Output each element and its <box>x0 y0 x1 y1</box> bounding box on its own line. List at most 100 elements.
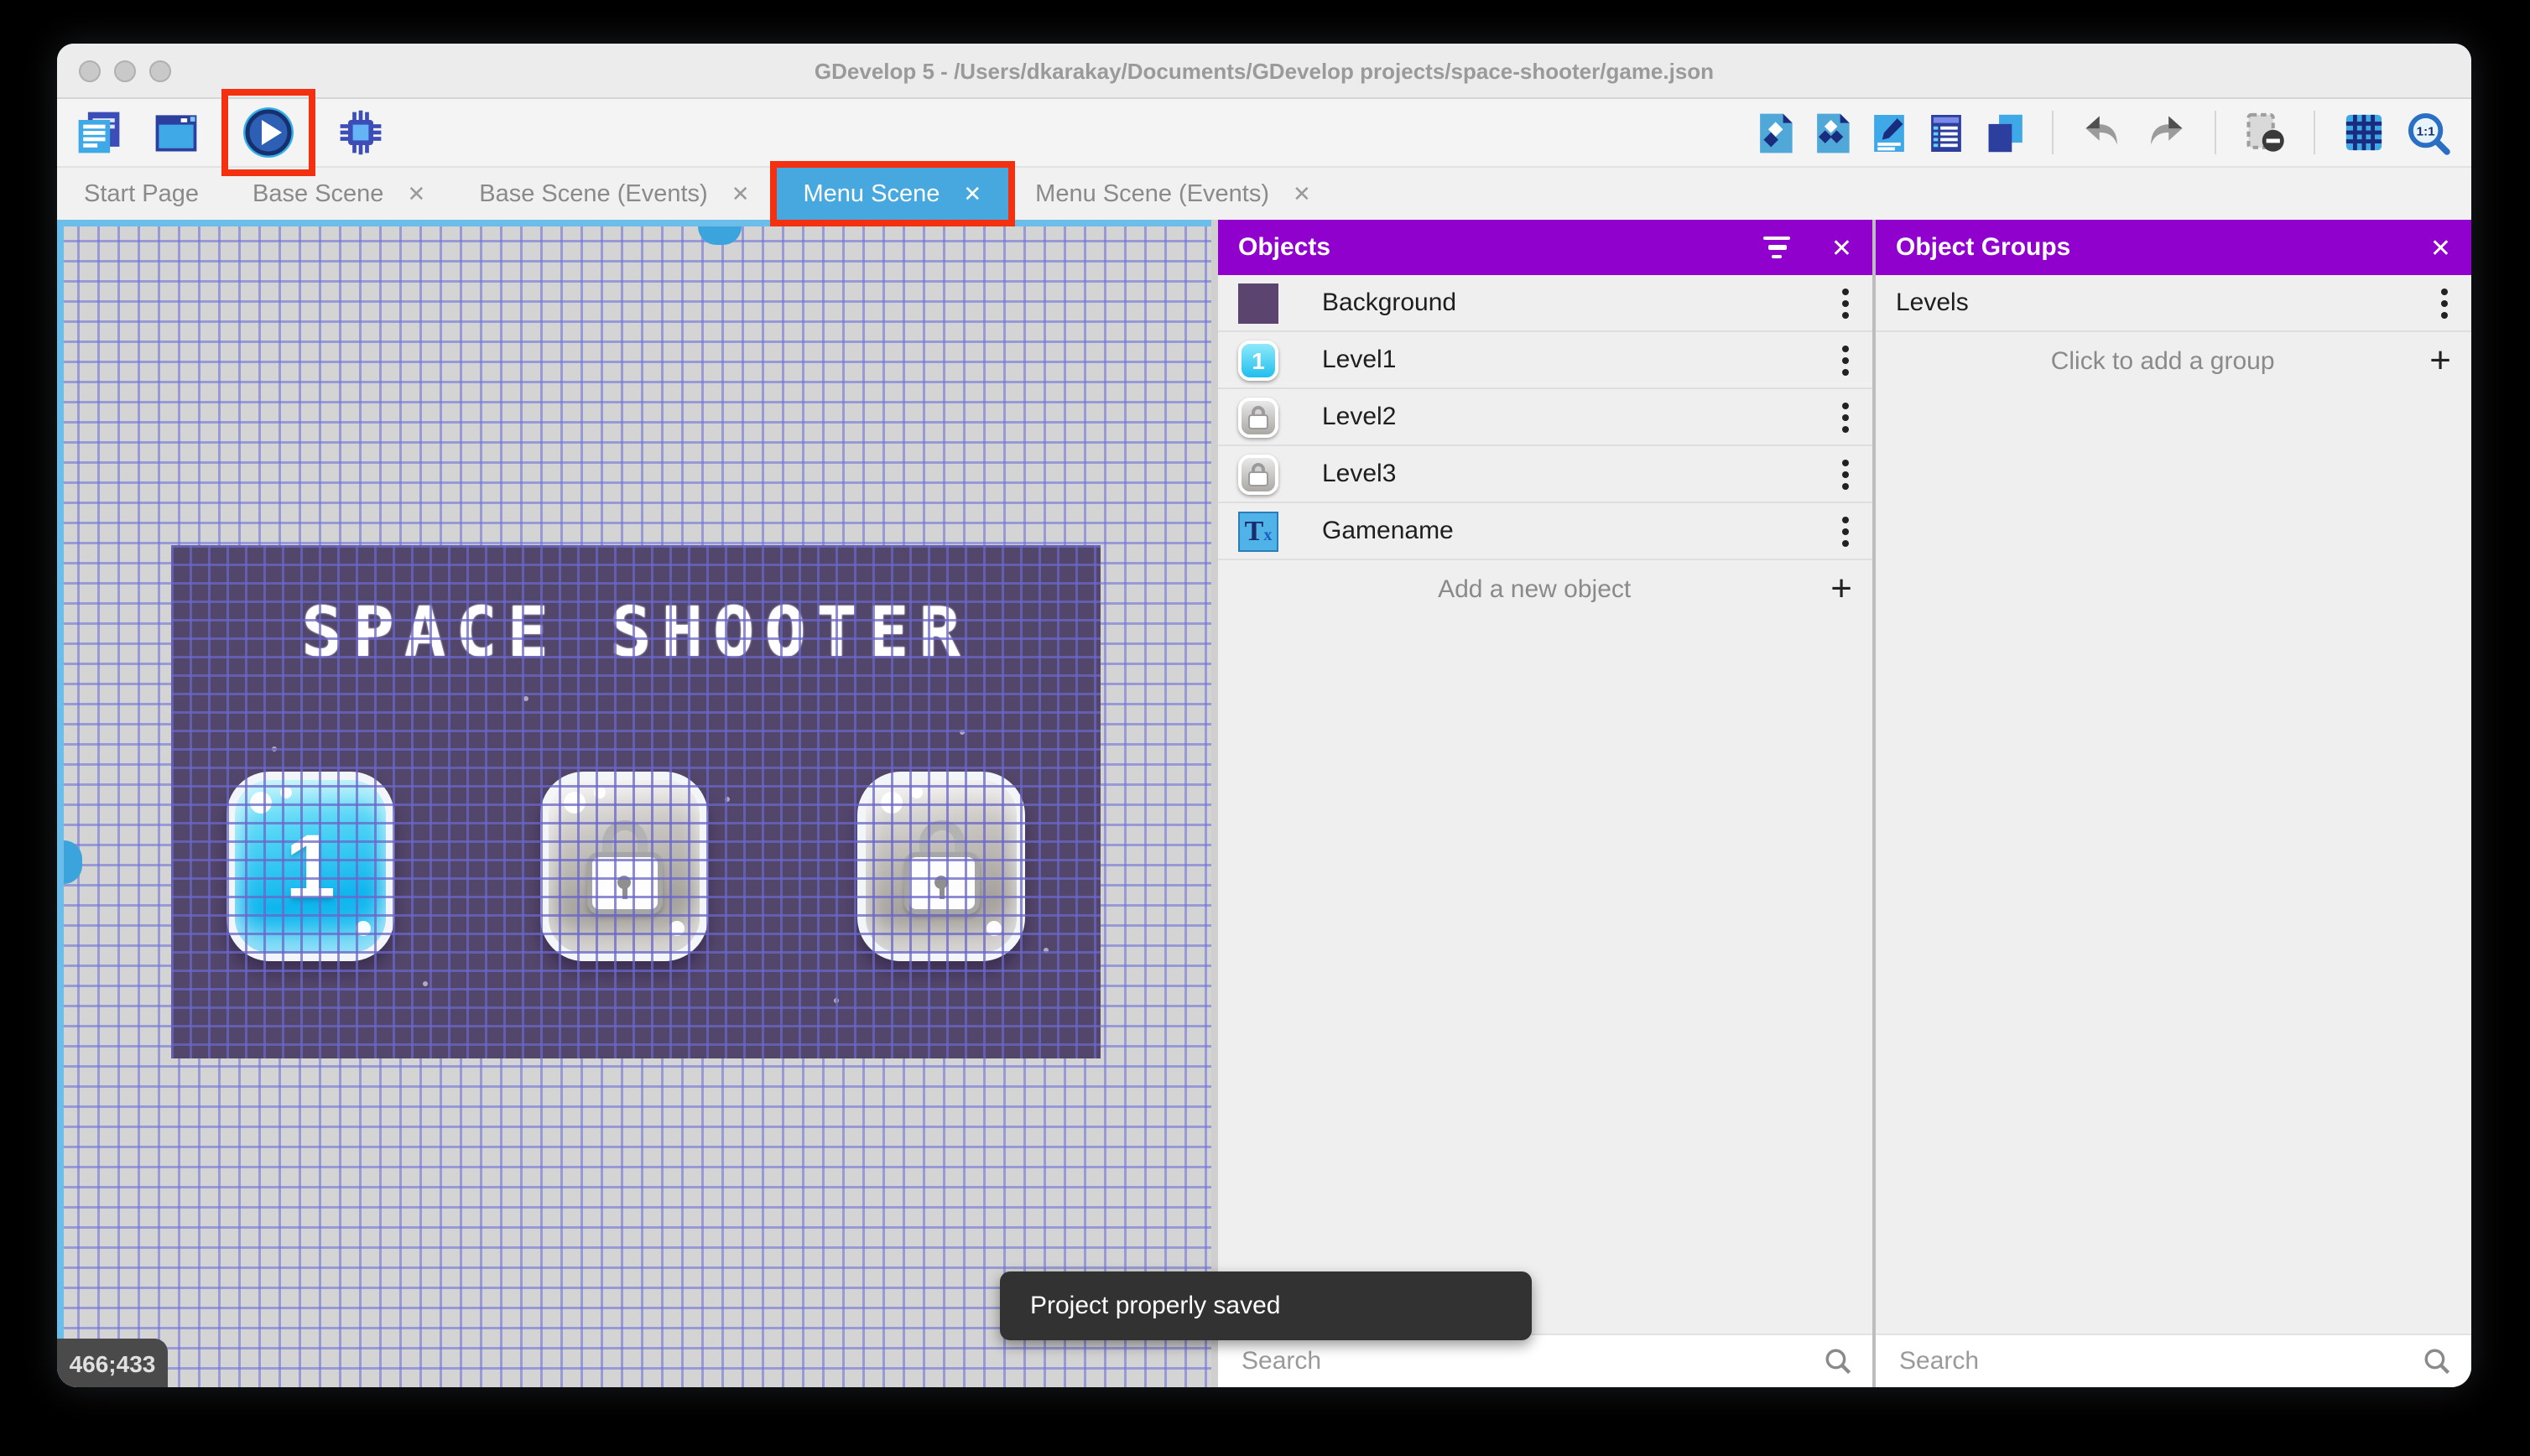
canvas-horizontal-scrollbar[interactable] <box>57 220 1211 226</box>
tab-close-icon[interactable]: ✕ <box>963 180 981 207</box>
level-number: 1 <box>284 816 336 917</box>
star <box>960 730 965 735</box>
close-icon[interactable]: ✕ <box>2430 232 2451 263</box>
level3-locked-button[interactable] <box>857 772 1025 961</box>
objects-search-input[interactable] <box>1238 1345 1824 1377</box>
title-bar: GDevelop 5 - /Users/dkarakay/Documents/G… <box>57 44 2471 99</box>
kebab-menu-icon[interactable] <box>1839 398 1852 435</box>
kebab-menu-icon[interactable] <box>1839 512 1852 549</box>
frame-minus-icon[interactable] <box>2243 111 2287 154</box>
level1-thumbnail: 1 <box>1238 340 1278 380</box>
level2-locked-button[interactable] <box>540 772 708 961</box>
tab-label: Base Scene (Events) <box>479 180 708 207</box>
tab-base-scene[interactable]: Base Scene ✕ <box>226 168 452 220</box>
close-icon[interactable]: ✕ <box>1831 232 1852 263</box>
objects-panel: Objects ✕ Background 1 Level1 Level2 Lev… <box>1218 220 1872 1387</box>
tab-start-page[interactable]: Start Page <box>57 168 226 220</box>
object-row-level3[interactable]: Level3 <box>1218 446 1872 503</box>
objects-panel-header: Objects ✕ <box>1218 220 1872 275</box>
search-icon <box>2424 1349 2450 1375</box>
cursor-coordinates: 466;433 <box>57 1339 168 1387</box>
tab-label: Menu Scene (Events) <box>1035 180 1270 207</box>
object-name: Gamename <box>1322 517 1454 545</box>
tab-base-scene-events[interactable]: Base Scene (Events) ✕ <box>452 168 776 220</box>
tab-menu-scene-events[interactable]: Menu Scene (Events) ✕ <box>1008 168 1338 220</box>
instances-list-icon[interactable] <box>1928 112 1965 153</box>
editor-content: SPACE SHOOTER 1 466;433 Objects ✕ Backgr… <box>57 220 2471 1387</box>
gdevelop-window: GDevelop 5 - /Users/dkarakay/Documents/G… <box>57 44 2471 1387</box>
add-group-row[interactable]: Click to add a group + <box>1876 332 2471 389</box>
window-title: GDevelop 5 - /Users/dkarakay/Documents/G… <box>814 59 1715 84</box>
minimize-window-button[interactable] <box>114 60 136 82</box>
lock-icon <box>903 819 979 913</box>
properties-icon[interactable] <box>1871 112 1908 153</box>
toolbar-separator <box>2314 111 2315 154</box>
zoom-window-button[interactable] <box>149 60 171 82</box>
add-group-label: Click to add a group <box>2050 346 2275 375</box>
game-title-text[interactable]: SPACE SHOOTER <box>171 592 1101 673</box>
grid-icon[interactable] <box>2342 111 2386 154</box>
tab-close-icon[interactable]: ✕ <box>407 180 425 207</box>
group-name: Levels <box>1896 289 1969 317</box>
gloss-dot <box>669 921 685 936</box>
kebab-menu-icon[interactable] <box>1839 455 1852 492</box>
object-row-gamename[interactable]: Tx Gamename <box>1218 503 1872 560</box>
canvas-vertical-scroll-thumb[interactable] <box>64 840 82 884</box>
debug-icon[interactable] <box>336 107 386 158</box>
level1-button[interactable]: 1 <box>226 772 394 961</box>
layers-icon[interactable] <box>1985 112 2025 153</box>
object-row-level1[interactable]: 1 Level1 <box>1218 332 1872 389</box>
scene-canvas[interactable]: SPACE SHOOTER 1 466;433 <box>57 220 1211 1387</box>
group-row-levels[interactable]: Levels <box>1876 275 2471 332</box>
objects-editor-icon[interactable] <box>1757 112 1793 153</box>
object-groups-editor-icon[interactable] <box>1814 112 1851 153</box>
tab-label: Base Scene <box>252 180 384 207</box>
traffic-lights <box>79 60 171 82</box>
redo-icon[interactable] <box>2144 111 2188 154</box>
zoom-ratio-icon[interactable]: 1:1 <box>2406 110 2451 155</box>
project-manager-icon[interactable] <box>74 107 124 158</box>
plus-icon[interactable]: + <box>2429 341 2451 379</box>
close-window-button[interactable] <box>79 60 101 82</box>
gloss-dot <box>356 921 371 936</box>
text-object-thumbnail: Tx <box>1238 511 1278 551</box>
object-row-background[interactable]: Background <box>1218 275 1872 332</box>
object-groups-title: Object Groups <box>1896 233 2071 262</box>
groups-search-input[interactable] <box>1896 1345 2423 1377</box>
main-toolbar: 1:1 <box>57 99 2471 168</box>
editor-tabs: Start Page Base Scene ✕ Base Scene (Even… <box>57 168 2471 220</box>
canvas-vertical-scrollbar[interactable] <box>57 220 64 1387</box>
tab-close-icon[interactable]: ✕ <box>731 180 750 207</box>
object-name: Level2 <box>1322 403 1397 431</box>
object-groups-header: Object Groups ✕ <box>1876 220 2471 275</box>
toolbar-separator <box>2215 111 2216 154</box>
object-name: Background <box>1322 289 1457 317</box>
star <box>523 696 528 701</box>
background-thumbnail <box>1238 283 1278 323</box>
level3-thumbnail <box>1238 454 1278 494</box>
canvas-horizontal-scroll-thumb[interactable] <box>698 226 742 245</box>
game-scene-background[interactable]: SPACE SHOOTER 1 <box>171 545 1101 1058</box>
filter-icon[interactable] <box>1763 236 1791 259</box>
tab-label: Start Page <box>84 180 200 207</box>
star <box>725 797 730 802</box>
window-icon[interactable] <box>151 107 201 158</box>
kebab-menu-icon[interactable] <box>1839 341 1852 378</box>
play-preview-icon[interactable] <box>242 106 295 159</box>
toolbar-separator <box>2052 111 2054 154</box>
gloss-dot <box>881 792 903 814</box>
tab-close-icon[interactable]: ✕ <box>1293 180 1311 207</box>
objects-panel-title: Objects <box>1238 233 1331 262</box>
add-object-row[interactable]: Add a new object + <box>1218 560 1872 617</box>
undo-icon[interactable] <box>2080 111 2124 154</box>
save-toast: Project properly saved <box>1000 1271 1532 1340</box>
add-object-label: Add a new object <box>1438 575 1632 603</box>
groups-search-bar <box>1876 1334 2471 1387</box>
kebab-menu-icon[interactable] <box>1839 284 1852 321</box>
tab-menu-scene[interactable]: Menu Scene ✕ <box>776 168 1009 220</box>
object-row-level2[interactable]: Level2 <box>1218 389 1872 446</box>
toolbar-right: 1:1 <box>1757 110 2471 155</box>
gloss-dot <box>280 787 292 798</box>
kebab-menu-icon[interactable] <box>2438 284 2451 321</box>
plus-icon[interactable]: + <box>1830 569 1852 607</box>
